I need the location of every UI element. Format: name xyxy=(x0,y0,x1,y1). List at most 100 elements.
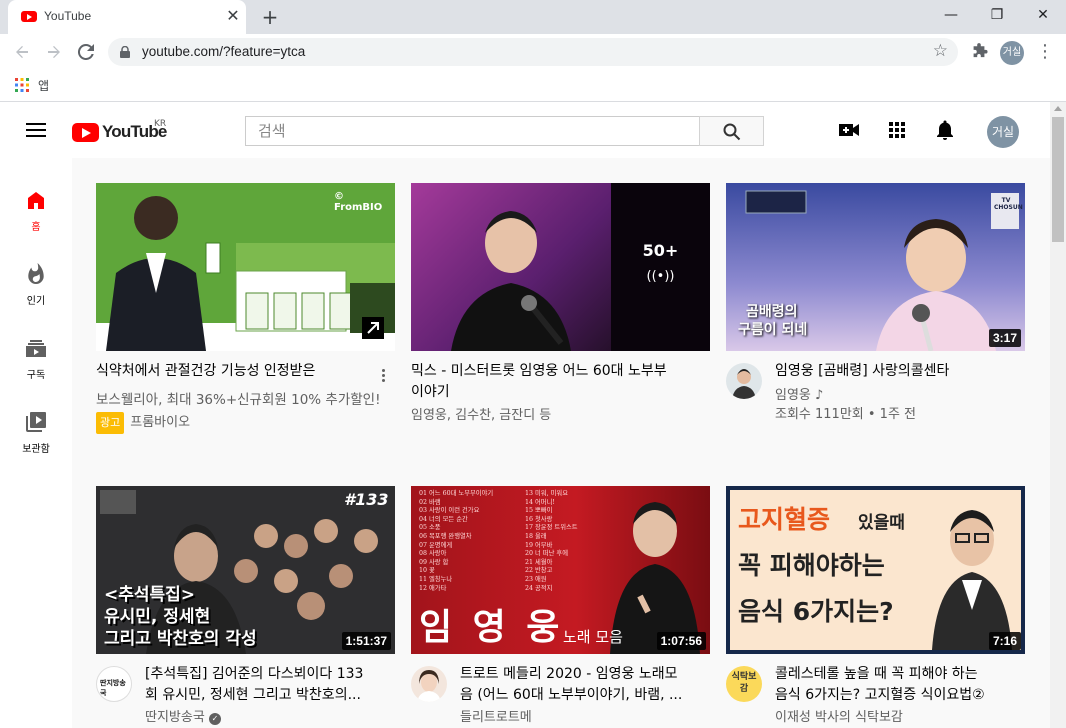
video-thumbnail[interactable]: TV CHOSUN 곰배령의 구름이 되네 3:17 xyxy=(726,183,1025,351)
apps-grid-icon[interactable] xyxy=(15,78,29,92)
channel-name[interactable]: 이재성 박사의 식탁보감 xyxy=(775,708,903,728)
tab-title: YouTube xyxy=(44,9,92,23)
video-duration: 1:07:56 xyxy=(656,632,706,650)
thumb-line-1a: 고지혈증 xyxy=(738,505,831,534)
browser-toolbar: youtube.com/?feature=ytca ☆ 거실 ⋮ xyxy=(0,34,1066,70)
video-title-line-1[interactable]: 믹스 - 미스터트롯 임영웅 어느 60대 노부부 xyxy=(411,361,701,382)
video-title-line-1[interactable]: 트로트 메들리 2020 - 임영웅 노래모 xyxy=(460,664,700,685)
track-item: 03 사랑이 이런 건가요 xyxy=(419,507,480,515)
thumb-line-3: 음식 6가지는? xyxy=(738,597,894,626)
close-window-button[interactable]: ✕ xyxy=(1020,0,1066,30)
video-thumbnail[interactable]: 고지혈증 있을때 꼭 피해야하는 음식 6가지는? 7:16 xyxy=(726,486,1025,654)
video-duration: 7:16 xyxy=(988,632,1021,650)
video-thumbnail[interactable]: 50+ ((•)) xyxy=(411,183,710,351)
more-options-icon[interactable] xyxy=(378,367,388,385)
reload-icon[interactable] xyxy=(72,38,100,66)
browser-tab[interactable]: YouTube ✕ xyxy=(8,0,246,34)
bookmarks-bar: 앱 xyxy=(0,70,1066,102)
thumb-text-3: 그리고 박찬호의 각성 xyxy=(104,629,257,649)
track-item: 19 어부바 xyxy=(525,541,553,549)
thumb-caption-2: 구름이 되네 xyxy=(738,322,808,338)
maximize-button[interactable]: ❐ xyxy=(974,0,1020,30)
minimize-button[interactable]: — xyxy=(928,0,974,30)
thumb-caption-1: 곰배령의 xyxy=(746,304,798,320)
apps-bookmark-label[interactable]: 앱 xyxy=(38,77,49,94)
channel-avatar[interactable] xyxy=(411,666,447,702)
verified-check-icon: ✓ xyxy=(208,713,221,725)
forward-arrow-icon[interactable] xyxy=(40,38,68,66)
track-item: 20 너 떠난 후에 xyxy=(525,550,568,558)
video-title-line-2[interactable]: 회 유시민, 정세현 그리고 박찬호의... xyxy=(145,685,385,706)
channel-avatar[interactable] xyxy=(726,363,762,399)
video-card-mix[interactable]: 50+ ((•)) 믹스 - 미스터트롯 임영웅 어느 60대 노부부 이야기 … xyxy=(411,183,710,443)
apps-icon[interactable] xyxy=(885,118,909,142)
track-item: 15 뽀빠이 xyxy=(525,507,553,515)
video-title-line-2[interactable]: 음식 6가지는? 고지혈증 식이요법② xyxy=(775,685,1015,706)
channel-name[interactable]: 들리트로트메 xyxy=(460,708,532,728)
sidebar-item-trending[interactable]: 인기 xyxy=(0,242,72,316)
scroll-thumb[interactable] xyxy=(1052,117,1064,242)
video-title-line-2[interactable]: 음 (어느 60대 노부부이야기, 바램, ... xyxy=(460,685,700,706)
tab-close-icon[interactable]: ✕ xyxy=(224,7,242,25)
video-card[interactable]: 고지혈증 있을때 꼭 피해야하는 음식 6가지는? 7:16 식탁보감 콜레스테… xyxy=(726,486,1025,728)
sidebar-item-subscriptions[interactable]: 구독 xyxy=(0,316,72,390)
sidebar-item-library[interactable]: 보관함 xyxy=(0,390,72,464)
youtube-header: YouTube KR 검색 거실 xyxy=(0,102,1050,158)
track-item: 24 공적지 xyxy=(525,584,553,592)
channel-avatar[interactable]: 딴지방송국 xyxy=(96,666,132,702)
episode-number: #133 xyxy=(344,490,389,509)
channel-name[interactable]: 딴지방송국 ✓ xyxy=(145,708,221,728)
page-scrollbar[interactable] xyxy=(1050,102,1066,728)
video-card[interactable]: TV CHOSUN 곰배령의 구름이 되네 3:17 임영웅 [곰배령] 사랑의… xyxy=(726,183,1025,443)
track-item: 18 울래 xyxy=(525,532,547,540)
search-input[interactable]: 검색 xyxy=(245,116,700,146)
video-card[interactable]: #133 <추석특집> 유시민, 정세현 그리고 박찬호의 각성 1:51:37… xyxy=(96,486,395,728)
ad-thumbnail-illustration xyxy=(106,196,395,351)
create-video-icon[interactable] xyxy=(837,118,861,142)
track-item: 14 어머니! xyxy=(525,498,555,506)
bookmark-star-icon[interactable]: ☆ xyxy=(933,41,948,61)
guide-sidebar: 홈 인기 구독 보관함 xyxy=(0,158,72,728)
video-card-ad[interactable]: © FromBIO 식약처에서 관절건강 기능성 인정받은 보스웰리아, 최대 … xyxy=(96,183,395,443)
ad-badge: 광고 xyxy=(96,412,125,434)
library-icon xyxy=(26,412,46,432)
search-button[interactable] xyxy=(699,116,764,146)
video-title[interactable]: 식약처에서 관절건강 기능성 인정받은 xyxy=(96,361,376,382)
menu-hamburger-icon[interactable] xyxy=(24,120,48,140)
video-thumbnail[interactable]: © FromBIO xyxy=(96,183,395,351)
tracklist-left: 01 어느 60대 노부부이야기 02 바램 03 사랑이 이런 건가요 04 너의 … xyxy=(419,490,493,593)
video-title-line-2[interactable]: 이야기 xyxy=(411,382,701,403)
account-avatar[interactable]: 거실 xyxy=(987,116,1019,148)
track-item: 08 사랑아 xyxy=(419,550,447,558)
channel-avatar[interactable]: 식탁보감 xyxy=(726,666,762,702)
scroll-up-arrow-icon[interactable] xyxy=(1054,106,1062,111)
singer-illustration xyxy=(451,211,571,351)
thumb-subtitle: 노래 모음 xyxy=(563,628,623,646)
video-title-line-1[interactable]: [추석특집] 김어준의 다스뵈이다 133 xyxy=(145,664,385,685)
youtube-play-logo-icon xyxy=(72,123,99,142)
track-item: 23 애원 xyxy=(525,575,547,583)
video-thumbnail[interactable]: 01 어느 60대 노부부이야기 02 바램 03 사랑이 이런 건가요 04 너의 … xyxy=(411,486,710,654)
video-title[interactable]: 임영웅 [곰배령] 사랑의콜센타 xyxy=(775,361,1015,382)
back-arrow-icon[interactable] xyxy=(8,38,36,66)
video-views-age: 조회수 111만회 • 1주 전 xyxy=(775,407,917,422)
browser-menu-icon[interactable]: ⋮ xyxy=(1036,40,1054,64)
channel-name[interactable]: 프롬바이오 xyxy=(130,415,190,430)
sidebar-item-home[interactable]: 홈 xyxy=(0,168,72,242)
url-text: youtube.com/?feature=ytca xyxy=(142,44,306,59)
track-item: 17 장윤정 트위스트 xyxy=(525,524,578,532)
channel-name[interactable]: 임영웅 ♪ xyxy=(775,386,823,406)
track-item: 11 엘칭누나 xyxy=(419,575,453,583)
video-title-line-1[interactable]: 콜레스테롤 높을 때 꼭 피해야 하는 xyxy=(775,664,1015,685)
notifications-bell-icon[interactable] xyxy=(933,118,957,142)
video-card[interactable]: 01 어느 60대 노부부이야기 02 바램 03 사랑이 이런 건가요 04 너의 … xyxy=(411,486,710,728)
video-thumbnail[interactable]: #133 <추석특집> 유시민, 정세현 그리고 박찬호의 각성 1:51:37 xyxy=(96,486,395,654)
new-tab-button[interactable]: + xyxy=(258,5,282,29)
youtube-logo[interactable]: YouTube KR xyxy=(72,119,172,145)
extensions-puzzle-icon[interactable] xyxy=(968,40,992,64)
youtube-favicon-icon xyxy=(21,11,37,22)
mix-artists: 임영웅, 김수찬, 금잔디 등 xyxy=(411,408,552,423)
thumb-line-1b: 있을때 xyxy=(858,513,905,533)
address-bar[interactable]: youtube.com/?feature=ytca ☆ xyxy=(108,38,958,66)
browser-profile-avatar[interactable]: 거실 xyxy=(1000,41,1024,65)
